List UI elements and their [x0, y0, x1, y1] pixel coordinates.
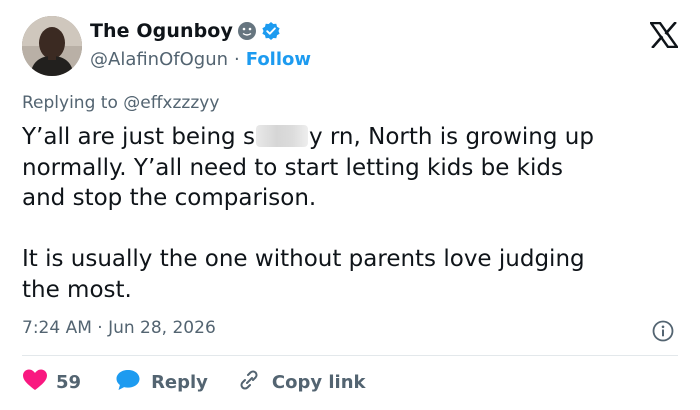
copy-link-button[interactable]: Copy link [236, 368, 366, 397]
like-button[interactable]: 59 [22, 368, 81, 397]
tweet-text-rest: normally. Y’all need to start letting ki… [22, 154, 585, 303]
reply-button[interactable]: Reply [115, 368, 208, 397]
reply-label: Reply [151, 372, 208, 393]
emoji-icon [237, 21, 257, 41]
tweet-text: Y’all are just being s y rn, North is gro… [22, 122, 682, 305]
replying-to: Replying to @effxzzzyy [22, 93, 219, 113]
author-name-row: The Ogunboy [90, 20, 281, 42]
link-icon [236, 368, 262, 397]
avatar-photo [22, 16, 82, 76]
verified-badge-icon [261, 21, 281, 41]
separator-dot: · [234, 49, 240, 70]
tweet-card: The Ogunboy @AlafinOfOgun · Follow Reply… [0, 0, 700, 410]
follow-button[interactable]: Follow [246, 49, 311, 70]
replying-to-mention[interactable]: @effxzzzyy [123, 93, 219, 113]
heart-icon [22, 368, 48, 397]
avatar[interactable] [22, 16, 82, 76]
author-handle-row: @AlafinOfOgun · Follow [90, 49, 311, 70]
tweet-text-part2: y rn, North is growing up [308, 124, 594, 150]
censored-word-blur [255, 125, 308, 147]
tweet-text-part1: Y’all are just being s [22, 124, 255, 150]
copy-link-label: Copy link [271, 372, 366, 393]
info-icon[interactable] [652, 320, 674, 342]
action-bar: 59 Reply Copy link [22, 368, 366, 397]
divider [22, 355, 678, 356]
author-display-name[interactable]: The Ogunboy [90, 20, 233, 42]
x-logo-icon[interactable] [648, 21, 680, 49]
like-count: 59 [56, 372, 82, 393]
replying-to-prefix: Replying to [22, 93, 118, 113]
reply-bubble-icon [115, 368, 141, 397]
author-handle[interactable]: @AlafinOfOgun [90, 49, 228, 70]
tweet-timestamp[interactable]: 7:24 AM · Jun 28, 2026 [22, 318, 216, 338]
